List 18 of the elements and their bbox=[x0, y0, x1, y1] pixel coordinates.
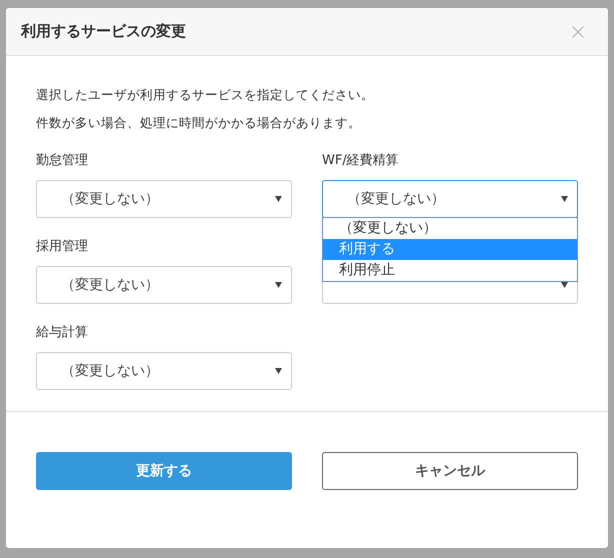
field-label: 採用管理 bbox=[36, 238, 88, 256]
caret-icon bbox=[275, 196, 282, 202]
caret-icon bbox=[561, 196, 568, 202]
caret-icon bbox=[275, 368, 282, 374]
dropdown-option[interactable]: 利用停止 bbox=[323, 260, 577, 281]
field-label: 給与計算 bbox=[36, 324, 88, 342]
select-field[interactable]: （変更しない） bbox=[322, 180, 578, 218]
select-field[interactable]: （変更しない） bbox=[36, 180, 292, 218]
select-field[interactable]: （変更しない） bbox=[36, 352, 292, 390]
description-text: 件数が多い場合、処理に時間がかかる場合があります。 bbox=[36, 114, 362, 132]
select-field[interactable]: （変更しない） bbox=[36, 266, 292, 304]
field-label: 勤怠管理 bbox=[36, 152, 88, 170]
dropdown-option[interactable]: （変更しない） bbox=[323, 218, 577, 239]
dialog-title: 利用するサービスの変更 bbox=[21, 21, 186, 42]
caret-icon bbox=[275, 282, 282, 288]
description-text: 選択したユーザが利用するサービスを指定してください。 bbox=[36, 86, 375, 104]
field-label: WF/経費精算 bbox=[322, 152, 399, 170]
cancel-button[interactable]: キャンセル bbox=[322, 452, 578, 490]
